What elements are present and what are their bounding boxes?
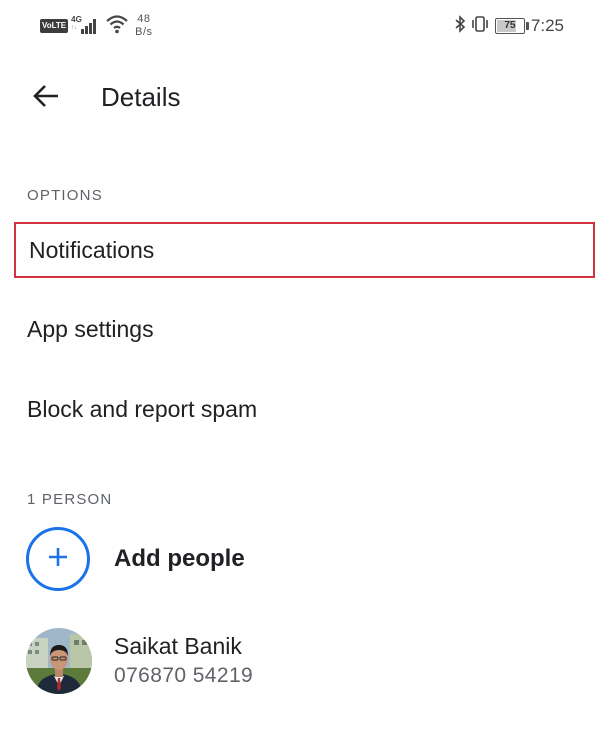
volte-icon: VoLTE — [40, 19, 69, 33]
menu-item-label: Block and report spam — [27, 395, 258, 422]
bluetooth-icon — [454, 14, 466, 38]
contact-name: Saikat Banik — [114, 633, 242, 659]
add-people-button[interactable]: Add people — [26, 527, 586, 591]
wifi-icon — [105, 14, 129, 39]
menu-item-label: App settings — [27, 315, 154, 342]
add-circle — [26, 527, 90, 591]
section-label-people: 1 PERSON — [27, 491, 113, 508]
page-title: Details — [101, 82, 181, 112]
battery-icon: 75 — [494, 18, 529, 34]
plus-icon — [46, 545, 70, 574]
vibrate-icon — [470, 15, 490, 38]
speed-unit: B/s — [135, 26, 153, 38]
signal-icon: 4G ↑↓ — [71, 15, 99, 37]
section-label-options: OPTIONS — [27, 187, 103, 204]
battery-nub — [525, 22, 529, 30]
status-bar-left: VoLTE 4G ↑↓ 48 B/s — [40, 12, 153, 40]
contact-info: Saikat Banik 076870 54219 — [114, 631, 253, 691]
signal-bars — [81, 18, 97, 34]
network-arrows: ↑↓ — [71, 25, 78, 31]
network-speed: 48 B/s — [135, 13, 152, 39]
menu-item-app-settings[interactable]: App settings — [14, 301, 595, 357]
speed-value: 48 — [137, 13, 151, 25]
app-bar: Details — [0, 62, 600, 132]
add-people-label: Add people — [114, 545, 245, 572]
status-bar: VoLTE 4G ↑↓ 48 B/s 75 7:25 — [0, 0, 600, 50]
avatar — [26, 628, 92, 694]
menu-item-block-report-spam[interactable]: Block and report spam — [14, 381, 595, 437]
battery-level: 75 — [504, 20, 516, 31]
contact-row[interactable]: Saikat Banik 076870 54219 — [26, 628, 586, 694]
status-bar-right: 75 7:25 — [454, 13, 564, 39]
back-button[interactable] — [22, 74, 70, 122]
clock: 7:25 — [530, 16, 564, 35]
arrow-left-icon — [31, 81, 61, 116]
contact-phone: 076870 54219 — [114, 664, 254, 687]
menu-item-notifications[interactable]: Notifications — [14, 222, 595, 278]
menu-item-label: Notifications — [29, 236, 155, 263]
